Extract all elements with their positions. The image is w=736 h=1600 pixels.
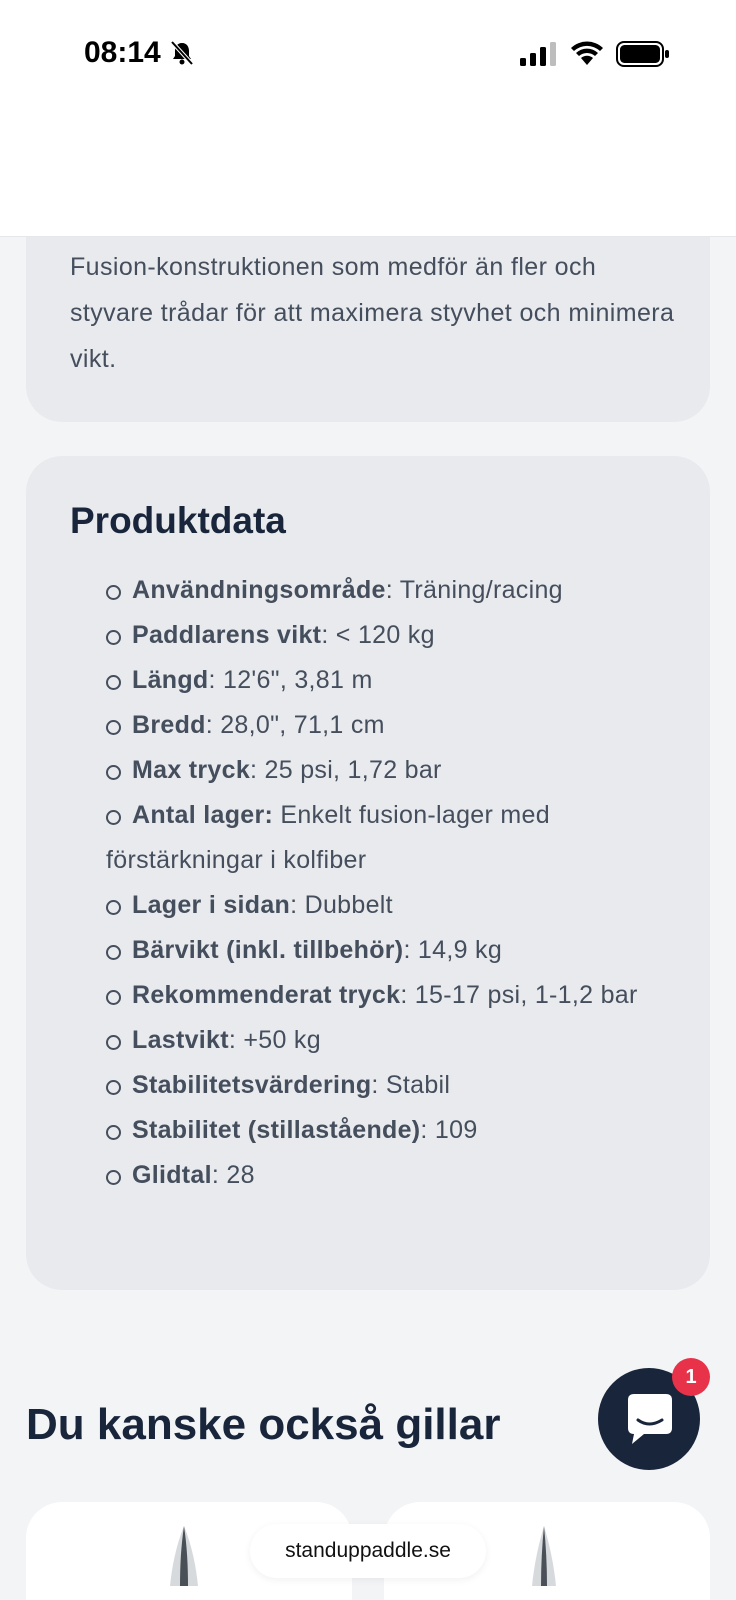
spec-key: Lager i sidan [132,891,291,919]
spec-key: Bärvikt (inkl. tillbehör) [132,936,404,964]
spec-key: Max tryck [132,756,251,784]
cart-icon[interactable] [634,148,670,186]
menu-icon[interactable] [52,152,88,185]
spec-value: : 12'6", 3,81 m [208,666,373,694]
spec-key: Längd [132,666,209,694]
paddleboard-image [170,1526,198,1586]
logo-line-2: PADDLE [356,169,491,204]
spec-key: Rekommenderat tryck [132,981,401,1009]
spec-item: Paddlarens vikt: < 120 kg [106,613,666,658]
paddleboard-image [532,1526,556,1586]
spec-key: Paddlarens vikt [132,621,322,649]
related-products-title: Du kanske också gillar [26,1400,501,1449]
browser-url-bar[interactable]: standuppaddle.se [250,1524,486,1578]
spec-item: Rekommenderat tryck: 15-17 psi, 1-1,2 ba… [106,973,666,1018]
description-text: Fusion-konstruktionen som medför än fler… [70,253,675,373]
status-bar: 08:14 [0,0,736,100]
spec-value: : 25 psi, 1,72 bar [250,756,442,784]
product-data-card: Produktdata Användningsområde: Träning/r… [26,456,710,1290]
spec-value: : < 120 kg [321,621,435,649]
product-data-list: Användningsområde: Träning/racing Paddlar… [106,568,666,1198]
spec-key: Antal lager: [132,801,274,829]
product-data-title: Produktdata [70,500,286,541]
spec-key: Bredd [132,711,206,739]
signal-icon [520,42,556,66]
status-time: 08:14 [84,36,161,69]
spec-value: : +50 kg [228,1026,321,1054]
description-card: Fusion-konstruktionen som medför än fler… [26,200,710,422]
spec-item: Stabilitet (stillastående): 109 [106,1108,666,1153]
spec-value: : 15-17 psi, 1-1,2 bar [400,981,638,1009]
spec-key: Stabilitet (stillastående) [132,1116,421,1144]
spec-value: : Stabil [371,1071,451,1099]
chat-notification-badge: 1 [672,1358,710,1396]
spec-value: : 28,0", 71,1 cm [205,711,385,739]
spec-item: Längd: 12'6", 3,81 m [106,658,666,703]
spec-item: Lastvikt: +50 kg [106,1018,666,1063]
spec-item: Max tryck: 25 psi, 1,72 bar [106,748,666,793]
spec-value: : 28 [211,1161,255,1189]
spec-value: : 109 [420,1116,478,1144]
spec-item: Glidtal: 28 [106,1153,666,1198]
spec-item: Bredd: 28,0", 71,1 cm [106,703,666,748]
spec-item: Stabilitetsvärdering: Stabil [106,1063,666,1108]
spec-item: Antal lager: Enkelt fusion-lager med för… [106,793,666,883]
spec-value: : 14,9 kg [403,936,503,964]
logo-text: STANDUP PADDLE [356,136,519,204]
spec-key: Glidtal [132,1161,212,1189]
spec-key: Lastvikt [132,1026,229,1054]
wifi-icon [571,41,603,65]
spec-value: : Träning/racing [385,576,563,604]
spec-value: : Dubbelt [290,891,393,919]
search-icon[interactable] [554,150,590,186]
logo-line-1: STANDUP [356,135,519,170]
spec-item: Användningsområde: Träning/racing [106,568,666,613]
spec-item: Bärvikt (inkl. tillbehör): 14,9 kg [106,928,666,973]
spec-item: Lager i sidan: Dubbelt [106,883,666,928]
bell-off-icon [170,40,194,66]
spec-key: Stabilitetsvärdering [132,1071,372,1099]
battery-icon [616,41,669,67]
spec-key: Användningsområde [132,576,386,604]
